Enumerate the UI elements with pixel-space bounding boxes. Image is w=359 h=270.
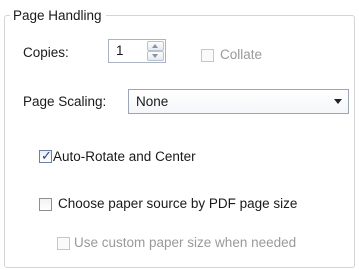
- spin-down-button[interactable]: [147, 51, 164, 61]
- copies-label: Copies:: [23, 45, 69, 60]
- page-scaling-label: Page Scaling:: [23, 94, 107, 109]
- custom-paper-label: Use custom paper size when needed: [74, 235, 297, 250]
- collate-checkbox[interactable]: [201, 49, 214, 62]
- auto-rotate-checkbox[interactable]: ✓: [39, 148, 52, 163]
- page-scaling-select[interactable]: None: [128, 89, 349, 114]
- copies-stepper[interactable]: 1: [108, 39, 166, 63]
- spin-up-button[interactable]: [147, 41, 164, 51]
- page-scaling-value: None: [136, 94, 169, 109]
- spin-down-icon: [152, 54, 158, 58]
- chevron-down-icon: [334, 99, 342, 104]
- paper-source-checkbox[interactable]: [39, 198, 52, 211]
- spin-up-icon: [152, 44, 158, 48]
- collate-label: Collate: [220, 47, 263, 62]
- copies-input[interactable]: 1: [116, 43, 124, 59]
- group-title: Page Handling: [10, 8, 106, 23]
- checkmark-icon: ✓: [41, 148, 52, 163]
- auto-rotate-label: Auto-Rotate and Center: [53, 149, 196, 164]
- paper-source-label: Choose paper source by PDF page size: [58, 196, 298, 211]
- custom-paper-checkbox[interactable]: [57, 237, 70, 250]
